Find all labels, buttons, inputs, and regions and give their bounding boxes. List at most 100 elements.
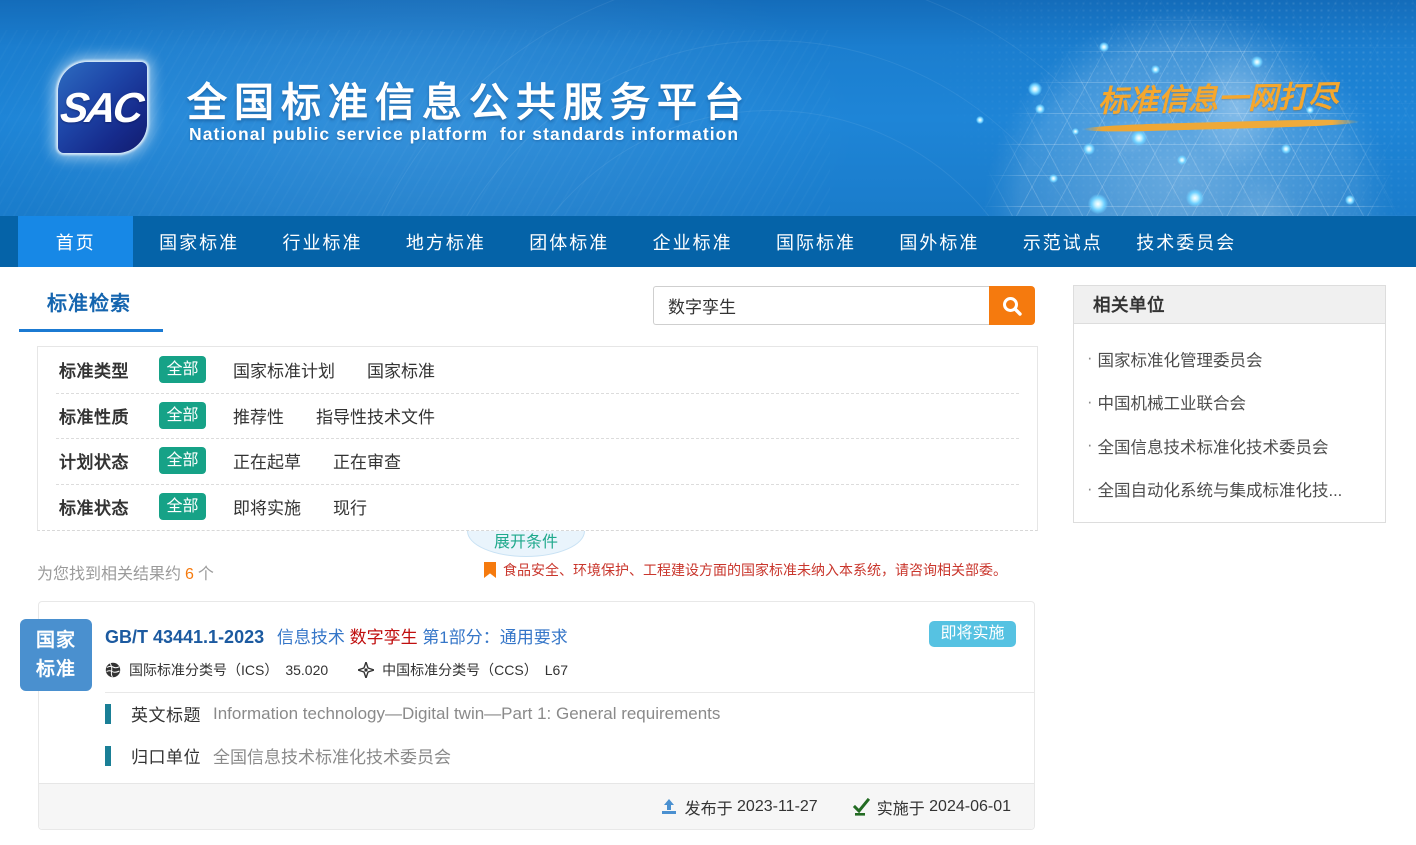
tab-underline	[19, 329, 163, 332]
filter-option[interactable]: 现行	[333, 494, 367, 519]
glow-dot	[1151, 65, 1160, 74]
implemented-date-item: 实施于 2024-06-01	[852, 795, 1011, 819]
ics-value: 35.020	[285, 662, 328, 678]
card-footer: 发布于 2023-11-27 实施于 2024-06-01	[39, 783, 1034, 829]
filter-option[interactable]: 推荐性	[233, 403, 284, 428]
bullet: ·	[1087, 480, 1093, 499]
nav-item-6[interactable]: 国际标准	[758, 216, 873, 267]
site-subtitle: National public service platform for sta…	[189, 124, 739, 145]
result-card: 国家 标准 即将实施 GB/T 43441.1-2023 信息技术 数字孪生 第…	[38, 601, 1035, 830]
nav-item-3[interactable]: 地方标准	[388, 216, 503, 267]
published-date: 2023-11-27	[737, 798, 818, 816]
filter-option[interactable]: 正在起草	[233, 448, 301, 473]
search-icon	[1001, 295, 1023, 317]
nav-list: 首页国家标准行业标准地方标准团体标准企业标准国际标准国外标准示范试点技术委员会	[0, 216, 1416, 267]
glow-dot	[1088, 194, 1108, 214]
field-bar	[105, 704, 111, 724]
bullet: ·	[1087, 436, 1093, 455]
nav-item-5[interactable]: 企业标准	[635, 216, 750, 267]
search-button[interactable]	[989, 286, 1035, 325]
glow-dot	[1131, 130, 1147, 146]
notice-line: 食品安全、环境保护、工程建设方面的国家标准未纳入本系统，请咨询相关部委。	[484, 560, 1007, 580]
nav-item-1[interactable]: 国家标准	[141, 216, 256, 267]
filter-row-plan-status: 计划状态 全部 正在起草 正在审查	[38, 438, 1037, 484]
glow-dot	[1251, 56, 1263, 68]
implemented-label: 实施于	[877, 795, 925, 819]
standard-code: GB/T 43441.1-2023	[105, 627, 264, 647]
search-box	[653, 286, 1035, 325]
badge-line2: 标准	[20, 655, 92, 684]
nav-item-2[interactable]: 行业标准	[265, 216, 380, 267]
field-label: 归口单位	[131, 743, 201, 768]
filter-option[interactable]: 指导性技术文件	[316, 403, 435, 428]
site-header: SAC 全国标准信息公共服务平台 National public service…	[0, 0, 1416, 216]
filter-all-button[interactable]: 全部	[159, 402, 206, 429]
ccs-label: 中国标准分类号（CCS）	[382, 660, 538, 680]
related-unit-item-0[interactable]: · 国家标准化管理委员会	[1087, 337, 1371, 381]
bullet: ·	[1087, 349, 1093, 368]
tab-standard-search[interactable]: 标准检索	[47, 287, 131, 316]
standard-title-part2: 第1部分：通用要求	[422, 628, 567, 647]
related-units-list: · 国家标准化管理委员会 · 中国机械工业联合会 · 全国信息技术标准化技术委员会 · 全国自…	[1074, 324, 1385, 511]
filter-label: 计划状态	[59, 448, 138, 473]
related-unit-label: 全国自动化系统与集成标准化技...	[1098, 477, 1343, 501]
publish-icon	[660, 798, 678, 816]
sac-logo-text: SAC	[57, 84, 147, 132]
glow-dot	[1281, 144, 1291, 154]
filter-option[interactable]: 国家标准	[367, 357, 435, 382]
implemented-date: 2024-06-01	[929, 798, 1011, 816]
related-unit-label: 全国信息技术标准化技术委员会	[1098, 434, 1329, 458]
related-unit-item-1[interactable]: · 中国机械工业联合会	[1087, 381, 1371, 425]
filter-row-nature: 标准性质 全部 推荐性 指导性技术文件	[38, 393, 1037, 439]
bookmark-icon	[484, 562, 496, 578]
nav-item-0[interactable]: 首页	[18, 216, 133, 267]
classification-line: 国际标准分类号（ICS） 35.020 中国标准分类号（CCS） L67	[105, 660, 568, 680]
filter-option[interactable]: 即将实施	[233, 494, 301, 519]
filter-label: 标准性质	[59, 403, 138, 428]
badge-line1: 国家	[20, 626, 92, 655]
filter-label: 标准状态	[59, 494, 138, 519]
page: SAC 全国标准信息公共服务平台 National public service…	[0, 0, 1416, 845]
filter-all-button[interactable]: 全部	[159, 447, 206, 474]
filter-panel: 标准类型 全部 国家标准计划 国家标准 标准性质 全部 推荐性 指导性技术文件 …	[37, 346, 1038, 531]
standard-type-badge: 国家 标准	[20, 619, 92, 691]
filter-row-standard-status: 标准状态 全部 即将实施 现行	[38, 484, 1037, 530]
related-unit-item-2[interactable]: · 全国信息技术标准化技术委员会	[1087, 424, 1371, 468]
standard-title-part1: 信息技术	[277, 628, 345, 647]
result-count-line: 为您找到相关结果约6个	[37, 560, 214, 584]
standard-title-highlight: 数字孪生	[350, 628, 418, 647]
search-input[interactable]	[653, 286, 989, 325]
glow-dot	[1345, 195, 1355, 205]
glow-dot	[1083, 143, 1095, 155]
ccs-value: L67	[545, 662, 568, 678]
ics-label: 国际标准分类号（ICS）	[129, 660, 278, 680]
english-title-row: 英文标题 Information technology—Digital twin…	[105, 701, 720, 726]
filter-all-button[interactable]: 全部	[159, 356, 206, 383]
filter-all-button[interactable]: 全部	[159, 493, 206, 520]
nav-item-9[interactable]: 技术委员会	[1129, 216, 1244, 267]
glow-dot	[976, 116, 984, 124]
filter-row-type: 标准类型 全部 国家标准计划 国家标准	[38, 347, 1037, 393]
site-title: 全国标准信息公共服务平台	[187, 70, 751, 128]
standard-title-link[interactable]: GB/T 43441.1-2023 信息技术 数字孪生 第1部分：通用要求	[105, 623, 568, 648]
sac-logo[interactable]: SAC	[58, 62, 147, 153]
field-label: 英文标题	[131, 701, 201, 726]
glow-dot	[1028, 82, 1042, 96]
related-unit-item-3[interactable]: · 全国自动化系统与集成标准化技...	[1087, 468, 1371, 512]
header-slogan: 标准信息一网打尽	[1098, 71, 1339, 120]
field-bar	[105, 746, 111, 766]
card-divider	[105, 692, 1034, 693]
bullet: ·	[1087, 393, 1093, 412]
nav-item-8[interactable]: 示范试点	[1005, 216, 1120, 267]
glow-dot	[1099, 42, 1109, 52]
nav-item-4[interactable]: 团体标准	[512, 216, 627, 267]
expand-conditions-button[interactable]: 展开条件	[467, 531, 585, 557]
glow-dot	[1049, 174, 1058, 183]
filter-option[interactable]: 国家标准计划	[233, 357, 335, 382]
glow-dot	[1035, 104, 1045, 114]
filter-option[interactable]: 正在审查	[333, 448, 401, 473]
filter-options: 推荐性 指导性技术文件	[233, 403, 435, 428]
related-unit-label: 中国机械工业联合会	[1098, 390, 1247, 414]
related-unit-label: 国家标准化管理委员会	[1098, 347, 1263, 371]
nav-item-7[interactable]: 国外标准	[882, 216, 997, 267]
